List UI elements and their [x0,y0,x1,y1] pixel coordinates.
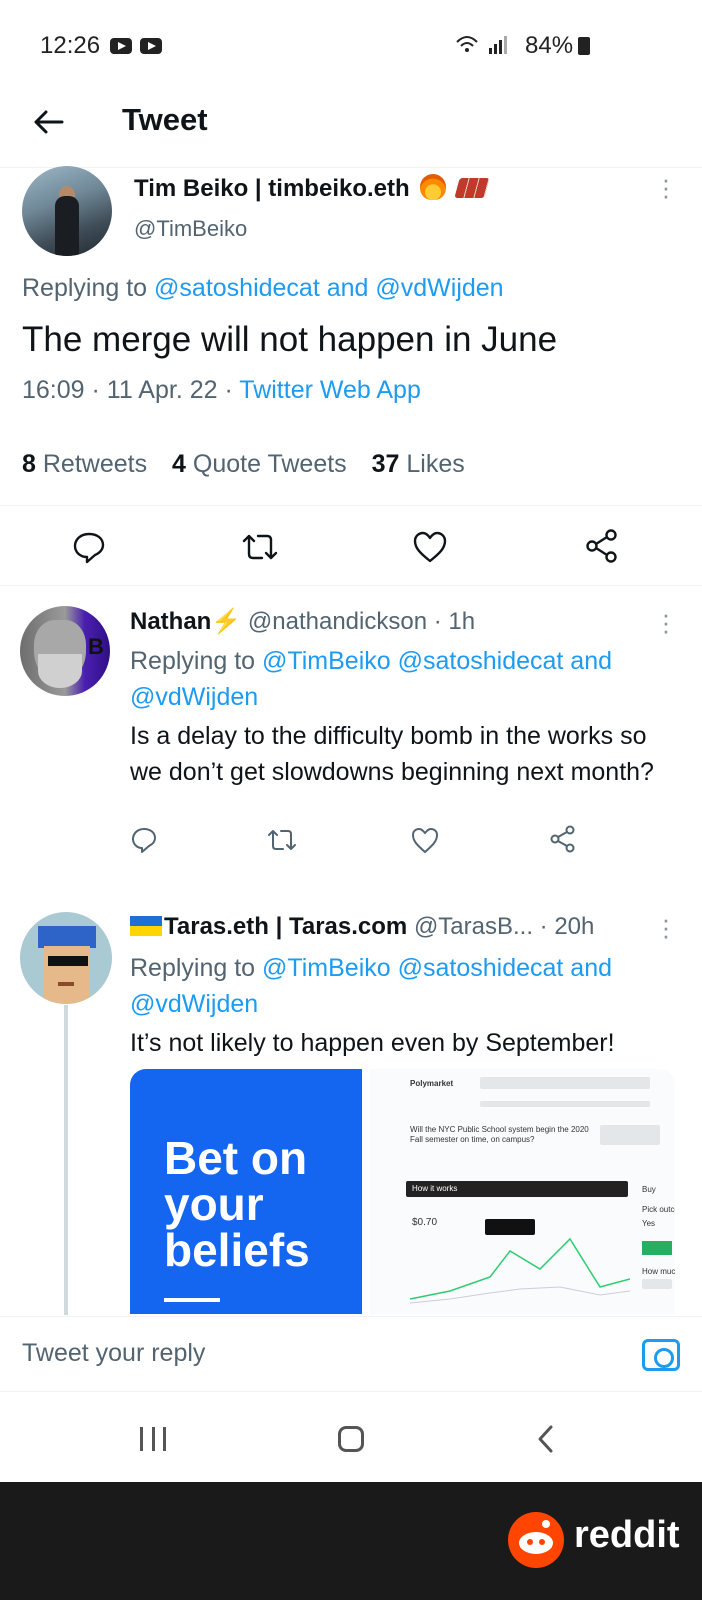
reply-actions [130,822,600,862]
thread-line [64,1005,68,1315]
promo-panel: Bet on your beliefs [130,1069,362,1314]
share-icon[interactable] [584,528,620,564]
tweet-stats: 8 Retweets 4 Quote Tweets 37 Likes [22,450,465,479]
reddit-logo-icon [508,1512,564,1568]
promo-underline [164,1298,220,1302]
like-heart-icon[interactable] [412,530,448,564]
recent-apps-icon[interactable] [140,1427,166,1451]
author-handle[interactable]: @TarasB... [414,913,533,940]
reply-header: Taras.eth | Taras.com @TarasB... · 20h [130,913,650,941]
replying-to: Replying to @TimBeiko @satoshidecat and … [130,647,613,711]
reddit-wordmark: reddit [574,1514,680,1556]
how-it-works-label: How it works [412,1184,458,1193]
tweet-time: 16:09 [22,376,85,404]
arrow-left-icon[interactable] [32,106,64,138]
tweet-actions [0,520,702,572]
status-time: 12:26 [40,32,101,59]
like-heart-icon[interactable] [410,826,440,854]
retweet-icon[interactable] [240,530,280,564]
reply-icon[interactable] [130,826,158,854]
wifi-signal-icon [456,36,507,54]
price-chart-graphic [410,1237,630,1304]
more-options-icon[interactable]: · · · [661,601,671,643]
how-much-label: How much? [642,1267,675,1276]
likes-stat[interactable]: 37 Likes [372,450,465,478]
reply-composer[interactable]: Tweet your reply [0,1316,702,1392]
yes-option: Yes [642,1219,656,1228]
reply-header: Nathan⚡ @nathandickson · 1h [130,608,476,635]
quote-tweets-stat[interactable]: 4 Quote Tweets [172,450,347,478]
reply-text: Is a delay to the difficulty bomb in the… [130,722,654,786]
replying-to-users-link[interactable]: @satoshidecat and @vdWijden [154,274,504,302]
reply-icon[interactable] [72,530,106,564]
reply-input[interactable]: Tweet your reply [22,1339,205,1368]
market-question: Will the NYC Public School system begin … [410,1125,589,1144]
tweet-meta: 16:09 · 11 Apr. 22 · Twitter Web App [22,376,421,404]
youtube-notification-icon [110,38,132,54]
battery-icon [578,37,590,55]
tweet-text: The merge will not happen in June [22,320,558,359]
retweets-stat[interactable]: 8 Retweets [22,450,147,478]
avatar[interactable] [20,912,112,1004]
share-icon[interactable] [548,824,578,854]
camera-icon[interactable] [642,1339,680,1371]
system-nav-bar [0,1392,702,1482]
tweet-source-link[interactable]: Twitter Web App [239,376,421,404]
reply-age: 20h [554,913,595,940]
youtube-notification-icon [140,38,162,54]
reddit-watermark: reddit [0,1482,702,1600]
author-handle[interactable]: @TimBeiko [134,216,247,242]
back-icon[interactable] [536,1424,556,1454]
promo-headline: Bet on your beliefs [164,1132,310,1276]
home-icon[interactable] [338,1426,364,1452]
price-label: $0.70 [412,1217,438,1228]
divider [0,505,702,506]
tweet-date: 11 Apr. 22 [106,376,218,404]
fire-emoji-icon [420,174,447,200]
reply-age: 1h [448,608,476,635]
app-screenshot: Polymarket Will the NYC Public School sy… [370,1069,675,1314]
top-bar: Tweet [0,80,702,168]
avatar[interactable] [22,166,112,256]
reply-text: It’s not likely to happen even by Septem… [130,1029,615,1057]
brand-label: Polymarket [410,1079,454,1088]
buy-tab: Buy [642,1185,656,1194]
media-card[interactable]: Bet on your beliefs Polymarket Will the … [130,1069,675,1314]
author-name[interactable]: Tim Beiko | timbeiko.eth [134,174,490,203]
more-options-icon[interactable]: · · · [661,166,671,208]
author-name[interactable]: Taras.eth | Taras.com [164,913,407,940]
status-bar: 12:26 84% [0,0,702,80]
page-title: Tweet [122,102,208,137]
battery-percent: 84% [525,32,574,59]
author-handle[interactable]: @nathandickson [248,608,427,635]
brick-emoji-icon [454,178,490,198]
more-options-icon[interactable]: · · · [661,906,671,948]
replying-to: Replying to @satoshidecat and @vdWijden [22,274,504,302]
pick-outcome-label: Pick outcome [642,1205,675,1214]
replying-to: Replying to @TimBeiko @satoshidecat and … [130,954,613,1018]
author-name[interactable]: Nathan [130,608,211,635]
lightning-emoji-icon: ⚡ [211,608,242,635]
divider [0,585,702,586]
retweet-icon[interactable] [265,826,299,854]
ukraine-flag-icon [130,916,162,936]
avatar[interactable]: B [20,606,110,696]
